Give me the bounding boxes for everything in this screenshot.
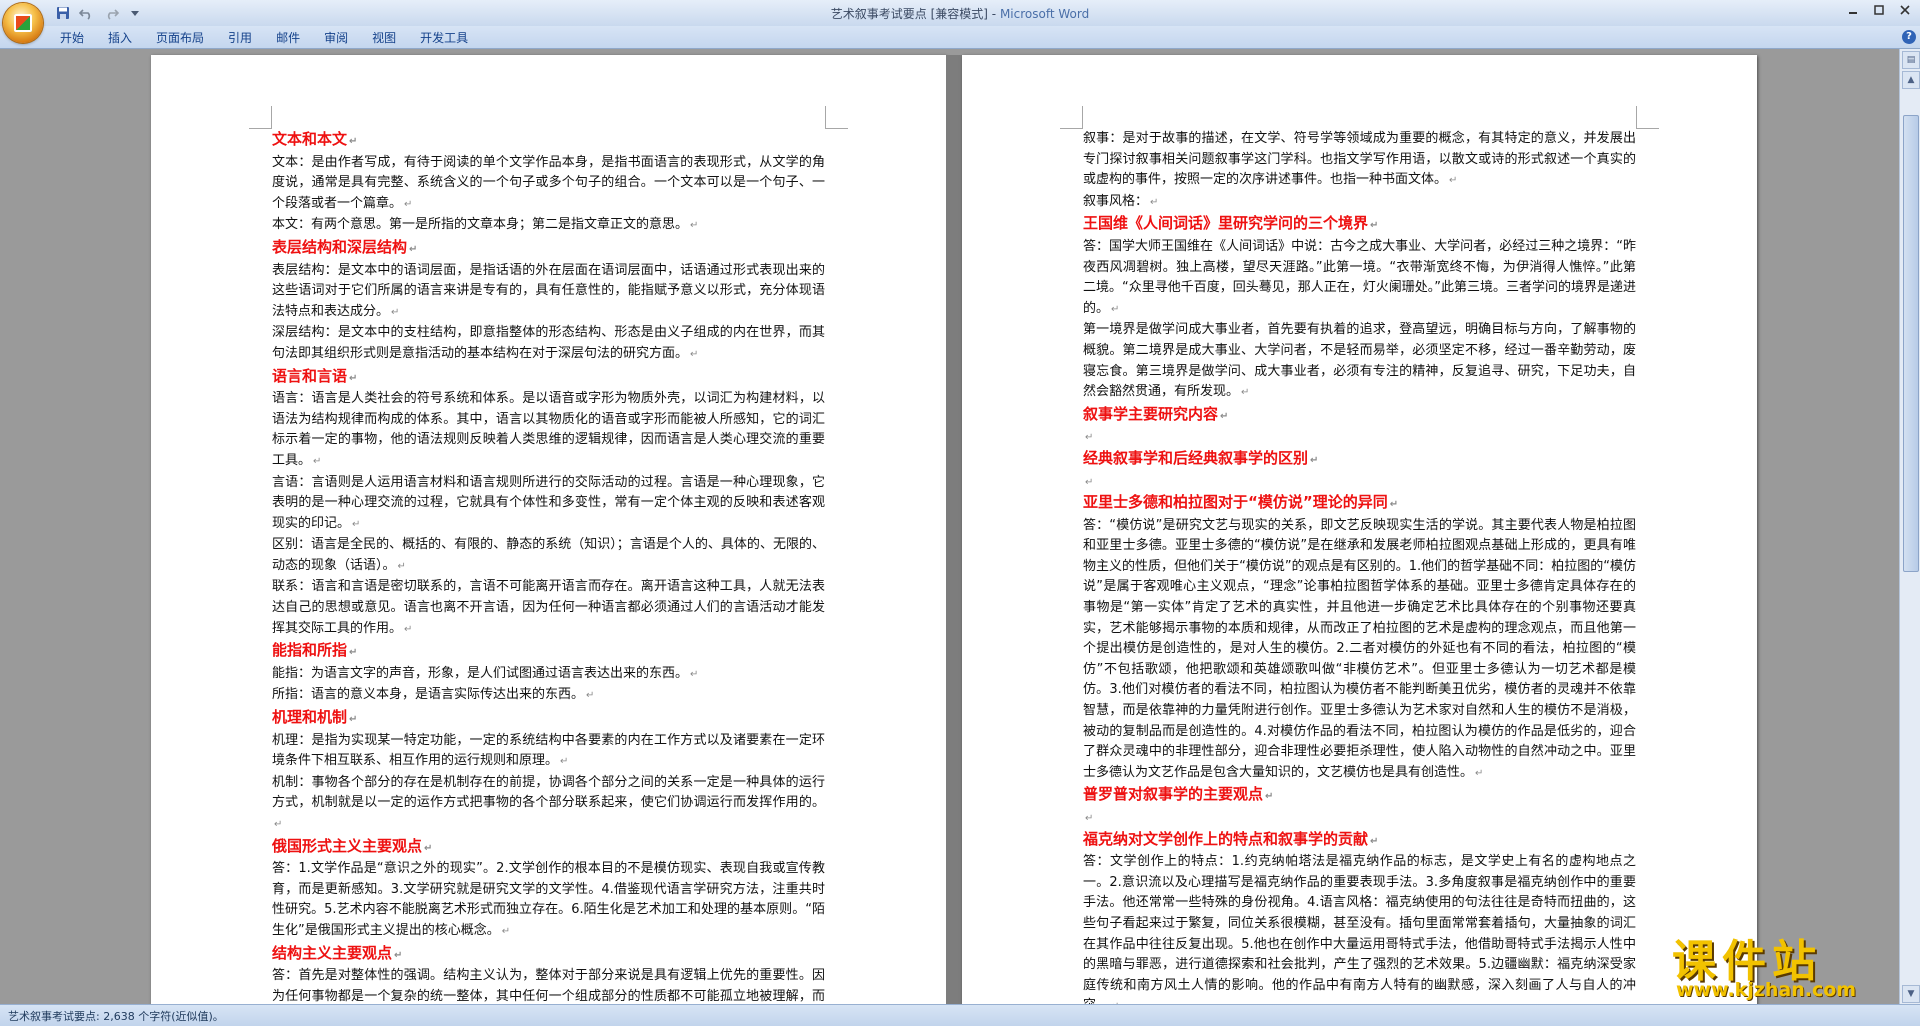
window-title: 艺术叙事考试要点 [兼容模式] - Microsoft Word xyxy=(0,5,1920,22)
section-heading: 文本和本文 xyxy=(272,129,825,153)
section-heading: 语言和言语 xyxy=(272,366,825,390)
scroll-thumb[interactable] xyxy=(1903,115,1919,572)
scroll-up-icon[interactable]: ▲ xyxy=(1902,71,1920,89)
ruler-toggle-icon[interactable]: ▤ xyxy=(1902,51,1920,69)
page-gap xyxy=(946,55,962,1004)
margin-corner-mark xyxy=(1060,106,1083,129)
body-paragraph: 文本：是由作者写成，有待于阅读的单个文学作品本身，是指书面语言的表现形式，从文学… xyxy=(272,153,825,216)
section-heading: 能指和所指 xyxy=(272,640,825,664)
section-heading: 结构主义主要观点 xyxy=(272,943,825,967)
body-paragraph: 联系：语言和言语是密切联系的，言语不可能离开语言而存在。离开语言这种工具，人就无… xyxy=(272,577,825,640)
title-separator: - xyxy=(987,7,1000,21)
body-paragraph: 叙事：是对于故事的描述，在文学、符号学等领域成为重要的概念，有其特定的意义，并发… xyxy=(1083,129,1636,192)
empty-paragraph xyxy=(1083,427,1636,448)
body-paragraph: 区别：语言是全民的、概括的、有限的、静态的系统（知识）；言语是个人的、具体的、无… xyxy=(272,535,825,577)
body-paragraph: 叙事风格： xyxy=(1083,192,1636,214)
tab-mailings[interactable]: 邮件 xyxy=(264,29,312,47)
document-page-2[interactable]: 叙事：是对于故事的描述，在文学、符号学等领域成为重要的概念，有其特定的意义，并发… xyxy=(962,55,1757,1004)
body-paragraph: 表层结构：是文本中的语词层面，是指话语的外在层面在语词层面中，话语通过形式表现出… xyxy=(272,261,825,324)
section-heading: 亚里士多德和柏拉图对于“模仿说”理论的异同 xyxy=(1083,492,1636,516)
body-paragraph: 机理：是指为实现某一特定功能，一定的系统结构中各要素的内在工作方式以及诸要素在一… xyxy=(272,731,825,773)
app-name: Microsoft Word xyxy=(999,7,1090,21)
word-count-status[interactable]: 艺术叙事考试要点: 2,638 个字符(近似值)。 xyxy=(8,1008,224,1024)
document-name: 艺术叙事考试要点 [兼容模式] xyxy=(830,7,988,21)
body-paragraph: 本文：有两个意思。第一是所指的文章本身；第二是指文章正文的意思。 xyxy=(272,215,825,237)
section-heading: 表层结构和深层结构 xyxy=(272,237,825,261)
body-paragraph: 答：国学大师王国维在《人间词话》中说：古今之成大事业、大学问者，必经过三种之境界… xyxy=(1083,237,1636,320)
body-paragraph: 答：“模仿说”是研究文艺与现实的关系，即文艺反映现实生活的学说。其主要代表人物是… xyxy=(1083,516,1636,785)
maximize-icon[interactable] xyxy=(1866,0,1892,20)
page-1-text[interactable]: 文本和本文文本：是由作者写成，有待于阅读的单个文学作品本身，是指书面语言的表现形… xyxy=(272,129,825,1004)
section-heading: 王国维《人间词话》里研究学问的三个境界 xyxy=(1083,213,1636,237)
tab-developer[interactable]: 开发工具 xyxy=(408,29,480,47)
body-paragraph: 语言：语言是人类社会的符号系统和体系。是以语音或字形为物质外壳，以词汇为构建材料… xyxy=(272,389,825,472)
tab-home[interactable]: 开始 xyxy=(48,29,96,47)
empty-paragraph xyxy=(1083,472,1636,493)
document-page-1[interactable]: 文本和本文文本：是由作者写成，有待于阅读的单个文学作品本身，是指书面语言的表现形… xyxy=(151,55,946,1004)
page-2-text[interactable]: 叙事：是对于故事的描述，在文学、符号学等领域成为重要的概念，有其特定的意义，并发… xyxy=(1083,129,1636,1004)
close-icon[interactable] xyxy=(1892,0,1918,20)
title-bar: 艺术叙事考试要点 [兼容模式] - Microsoft Word xyxy=(0,0,1920,27)
section-heading: 俄国形式主义主要观点 xyxy=(272,836,825,860)
body-paragraph: 深层结构：是文本中的支柱结构，即意指整体的形态结构、形态是由义子组成的内在世界，… xyxy=(272,323,825,365)
margin-corner-mark xyxy=(1636,106,1659,129)
body-paragraph: 答：首先是对整体性的强调。结构主义认为，整体对于部分来说是具有逻辑上优先的重要性… xyxy=(272,966,825,1004)
section-heading: 经典叙事学和后经典叙事学的区别 xyxy=(1083,448,1636,472)
body-paragraph: 答：1.文学作品是“意识之外的现实”。2.文学创作的根本目的不是模仿现实、表现自… xyxy=(272,859,825,942)
vertical-scrollbar[interactable]: ▤ ▲ ▼ xyxy=(1899,49,1920,1004)
ribbon-tabs: 开始 插入 页面布局 引用 邮件 审阅 视图 开发工具 xyxy=(48,29,480,47)
ribbon-tab-bar: 开始 插入 页面布局 引用 邮件 审阅 视图 开发工具 ? xyxy=(0,26,1920,49)
empty-paragraph xyxy=(1083,808,1636,829)
body-paragraph: 第一境界是做学问成大事业者，首先要有执着的追求，登高望远，明确目标与方向，了解事… xyxy=(1083,320,1636,403)
section-heading: 叙事学主要研究内容 xyxy=(1083,404,1636,428)
tab-insert[interactable]: 插入 xyxy=(96,29,144,47)
section-heading: 普罗普对叙事学的主要观点 xyxy=(1083,784,1636,808)
office-logo xyxy=(14,14,32,32)
body-paragraph: 机制：事物各个部分的存在是机制存在的前提，协调各个部分之间的关系一定是一种具体的… xyxy=(272,773,825,836)
section-heading: 机理和机制 xyxy=(272,707,825,731)
body-paragraph: 言语：言语则是人运用语言材料和语言规则所进行的交际活动的过程。言语是一种心理现象… xyxy=(272,473,825,536)
section-heading: 福克纳对文学创作上的特点和叙事学的贡献 xyxy=(1083,829,1636,853)
office-button-icon[interactable] xyxy=(3,3,43,43)
body-paragraph: 所指：语言的意义本身，是语言实际传达出来的东西。 xyxy=(272,685,825,707)
tab-review[interactable]: 审阅 xyxy=(312,29,360,47)
help-icon[interactable]: ? xyxy=(1902,30,1916,44)
margin-corner-mark xyxy=(825,106,848,129)
margin-corner-mark xyxy=(249,106,272,129)
tab-page-layout[interactable]: 页面布局 xyxy=(144,29,216,47)
tab-view[interactable]: 视图 xyxy=(360,29,408,47)
window-controls xyxy=(1840,0,1918,20)
watermark-logo: 课件站 www.kjzhan.com xyxy=(1660,925,1900,1005)
scroll-down-icon[interactable]: ▼ xyxy=(1902,985,1920,1003)
document-area: 文本和本文文本：是由作者写成，有待于阅读的单个文学作品本身，是指书面语言的表现形… xyxy=(0,49,1900,1004)
body-paragraph: 答：文学创作上的特点：1.约克纳帕塔法是福克纳作品的标志，是文学史上有名的虚构地… xyxy=(1083,852,1636,1004)
watermark-url: www.kjzhan.com xyxy=(1676,979,1857,1001)
tab-references[interactable]: 引用 xyxy=(216,29,264,47)
body-paragraph: 能指：为语言文字的声音，形象，是人们试图通过语言表达出来的东西。 xyxy=(272,664,825,686)
minimize-icon[interactable] xyxy=(1840,0,1866,20)
status-bar: 艺术叙事考试要点: 2,638 个字符(近似值)。 xyxy=(0,1004,1920,1026)
